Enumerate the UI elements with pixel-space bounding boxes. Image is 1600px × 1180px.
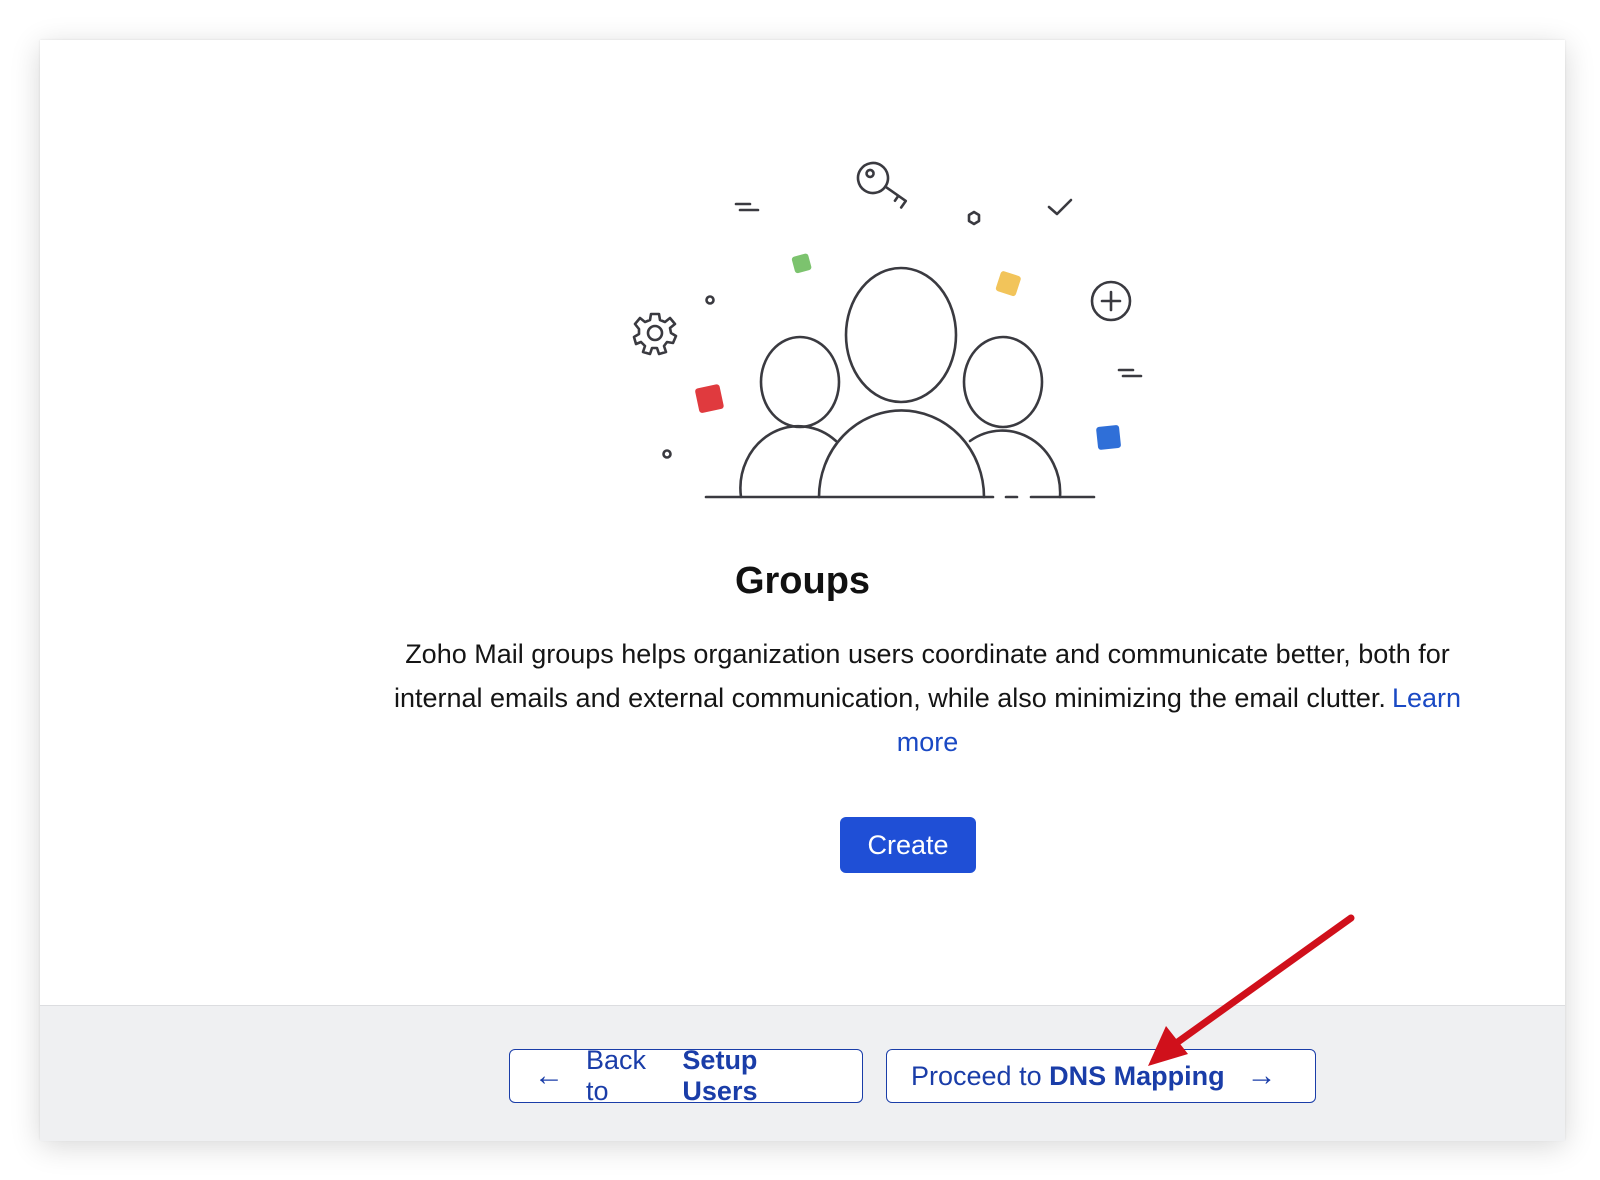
back-to-setup-users-button[interactable]: ← Back to Setup Users bbox=[509, 1045, 863, 1106]
key-icon bbox=[856, 161, 908, 209]
confetti-yellow bbox=[995, 271, 1021, 297]
create-button[interactable]: Create bbox=[840, 817, 976, 873]
groups-description: Zoho Mail groups helps organization user… bbox=[360, 632, 1495, 764]
page-title: Groups bbox=[734, 560, 871, 602]
back-prefix: Back to bbox=[586, 1045, 647, 1106]
confetti-green bbox=[791, 253, 812, 274]
dot-icon bbox=[662, 449, 672, 459]
next-prefix: Proceed to bbox=[911, 1060, 1042, 1091]
checkmark-icon bbox=[1047, 198, 1073, 216]
wizard-footer: ← Back to Setup Users Proceed to DNS Map… bbox=[40, 1005, 1565, 1141]
arrow-right-icon: → bbox=[1246, 1059, 1277, 1092]
groups-illustration bbox=[632, 161, 1143, 499]
confetti-red bbox=[695, 384, 724, 413]
arrow-left-icon: ← bbox=[534, 1059, 564, 1092]
plus-circle-icon bbox=[1090, 280, 1132, 322]
gear-icon bbox=[632, 312, 678, 356]
setup-card: Groups Zoho Mail groups helps organizati… bbox=[40, 40, 1565, 1141]
back-target: Setup Users bbox=[682, 1045, 758, 1106]
description-text: Zoho Mail groups helps organization user… bbox=[393, 639, 1450, 713]
people-group-icon bbox=[704, 266, 1096, 499]
hexagon-icon bbox=[967, 210, 981, 226]
dash-marks bbox=[734, 202, 1143, 378]
next-target: DNS Mapping bbox=[1049, 1060, 1225, 1091]
proceed-to-dns-mapping-button[interactable]: Proceed to DNS Mapping → bbox=[886, 1049, 1316, 1103]
confetti-blue bbox=[1096, 425, 1121, 450]
dot-icon bbox=[705, 295, 715, 305]
